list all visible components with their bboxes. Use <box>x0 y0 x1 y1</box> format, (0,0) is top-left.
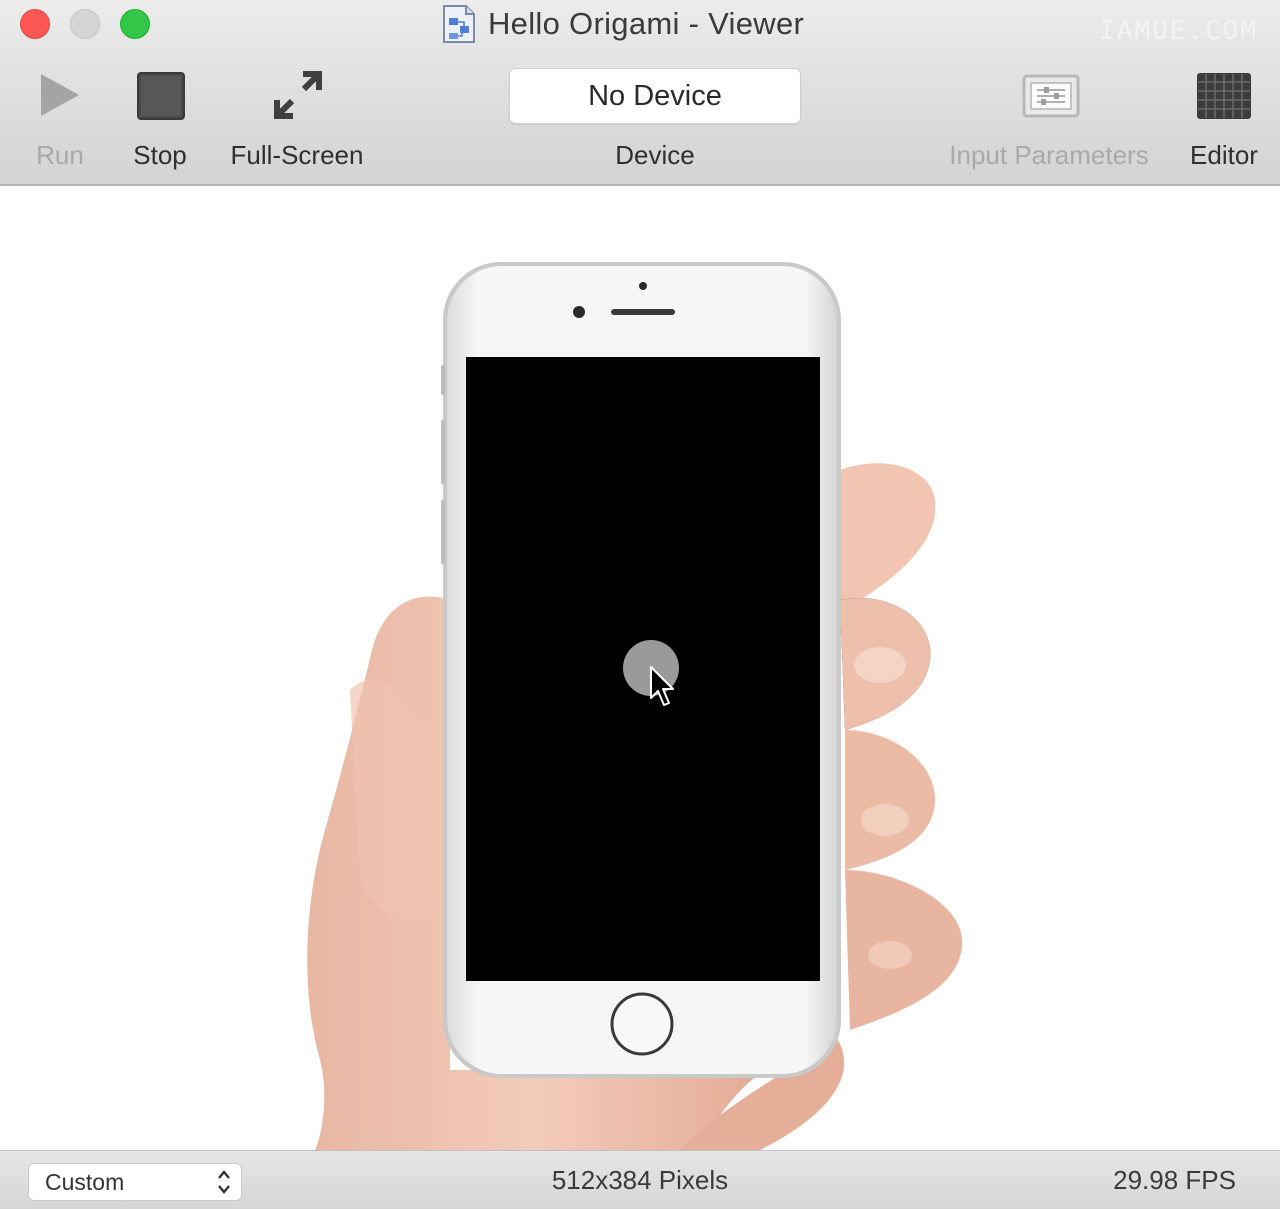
viewer-canvas[interactable] <box>0 188 1280 1150</box>
sliders-panel-icon[interactable] <box>1022 74 1080 118</box>
run-button-label[interactable]: Run <box>36 140 84 171</box>
device-label: Device <box>615 140 695 170</box>
fps-counter: 29.98 FPS <box>1113 1165 1236 1195</box>
stop-button-label[interactable]: Stop <box>133 140 187 171</box>
window-minimize-button[interactable] <box>70 9 100 39</box>
window-zoom-button[interactable] <box>120 9 150 39</box>
stop-square-icon[interactable] <box>137 72 185 120</box>
editor-button-label[interactable]: Editor <box>1190 140 1258 171</box>
play-icon[interactable] <box>37 72 83 118</box>
canvas-dimensions: 512x384 Pixels <box>551 1165 729 1195</box>
window-toolbar: Hello Origami - Viewer IAMUE.COM Run Sto… <box>0 0 1280 186</box>
input-parameters-button-label[interactable]: Input Parameters <box>949 140 1148 171</box>
watermark-text: IAMUE.COM <box>1099 16 1258 46</box>
device-selector[interactable]: No Device <box>509 68 801 124</box>
window-title-text: Hello Origami - Viewer <box>488 6 805 41</box>
fullscreen-button-label[interactable]: Full-Screen <box>231 140 364 171</box>
window-close-button[interactable] <box>20 9 50 39</box>
window-title: Hello Origami - Viewer <box>442 4 804 44</box>
device-preview <box>307 262 963 1150</box>
grid-icon[interactable] <box>1196 72 1252 120</box>
home-button <box>610 992 674 1056</box>
status-bar: Custom 512x384 Pixels 29.98 FPS <box>0 1150 1280 1209</box>
document-icon <box>443 5 475 43</box>
expand-arrows-icon[interactable] <box>273 70 323 120</box>
